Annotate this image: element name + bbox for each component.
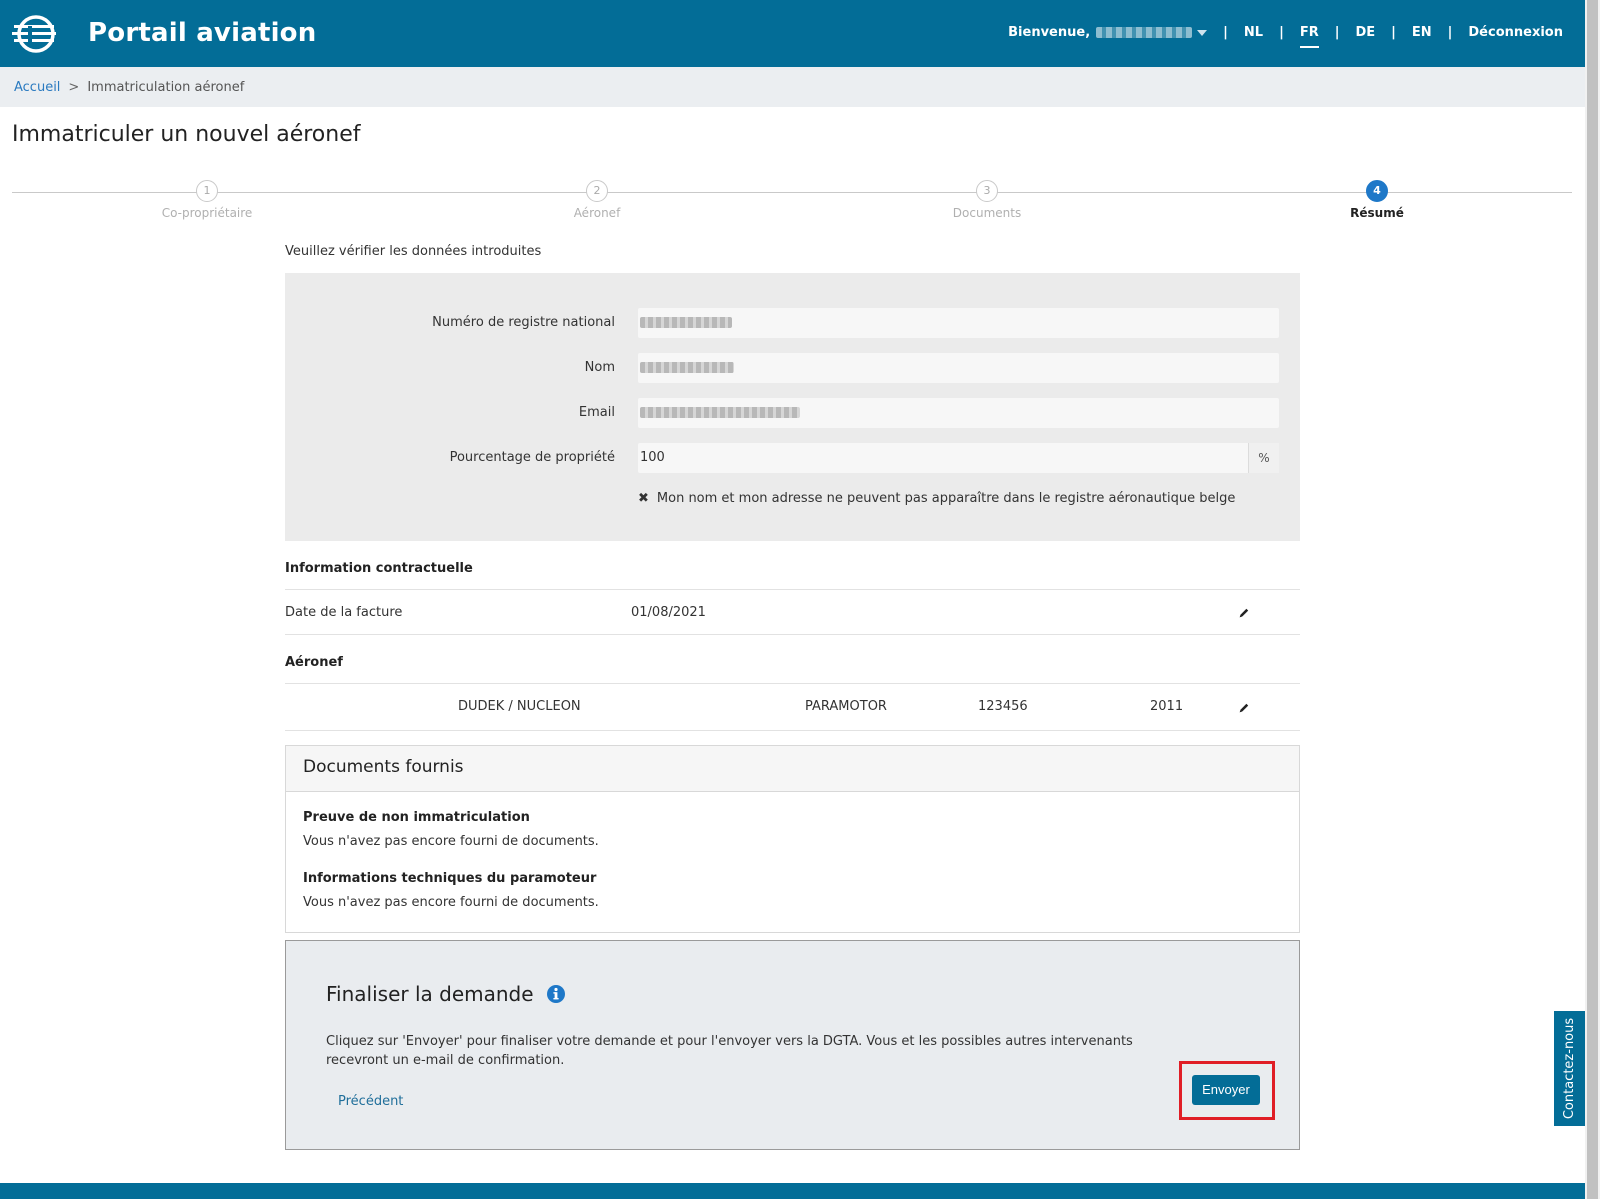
app-title[interactable]: Portail aviation	[88, 18, 316, 48]
document-title: Preuve de non immatriculation	[303, 810, 530, 825]
finalize-panel: Finaliser la demande Cliquez sur 'Envoye…	[285, 940, 1300, 1150]
ownership-field: 100 %	[638, 443, 1279, 473]
user-menu[interactable]: Bienvenue,	[1008, 25, 1208, 40]
send-button[interactable]: Envoyer	[1192, 1075, 1260, 1105]
aircraft-serial: 123456	[978, 699, 1028, 714]
document-status: Vous n'avez pas encore fourni de documen…	[303, 895, 599, 910]
step-summary: 4 Résumé	[1297, 180, 1457, 220]
finalize-title: Finaliser la demande	[326, 982, 534, 1006]
top-navigation: Bienvenue, | NL | FR | DE | EN | Déconne…	[1008, 25, 1563, 48]
invoice-date-label: Date de la facture	[285, 605, 403, 620]
breadcrumb-current: Immatriculation aéronef	[87, 79, 245, 95]
intro-text: Veuillez vérifier les données introduite…	[285, 244, 542, 259]
page-scrollbar[interactable]	[1585, 0, 1600, 1199]
step-documents: 3 Documents	[907, 180, 1067, 220]
email-row: Email	[285, 398, 1300, 428]
step-co-owner: 1 Co-propriétaire	[127, 180, 287, 220]
nav-separator: |	[1223, 25, 1228, 40]
lang-nl[interactable]: NL	[1244, 25, 1263, 40]
email-label: Email	[578, 405, 615, 420]
ownership-value: 100	[640, 450, 665, 465]
scrollbar-thumb[interactable]	[1587, 0, 1598, 1199]
ownership-row: Pourcentage de propriété 100 %	[285, 443, 1300, 473]
email-field	[638, 398, 1279, 428]
step-number: 3	[976, 180, 998, 202]
nav-separator: |	[1334, 25, 1340, 40]
documents-list: Preuve de non immatriculation Vous n'ave…	[286, 792, 1299, 932]
step-label: Résumé	[1350, 206, 1404, 220]
footer-bar	[0, 1183, 1585, 1199]
breadcrumb-home-link[interactable]: Accueil	[14, 80, 60, 95]
finalize-title-row: Finaliser la demande	[326, 982, 566, 1006]
step-number: 2	[586, 180, 608, 202]
lang-fr[interactable]: FR	[1299, 25, 1319, 48]
finalize-text: Cliquez sur 'Envoyer' pour finaliser vot…	[326, 1034, 1133, 1068]
breadcrumb-separator: >	[68, 79, 80, 95]
percent-addon: %	[1248, 443, 1279, 473]
aircraft-row: DUDEK / NUCLEON PARAMOTOR 123456 2011	[285, 683, 1300, 731]
aircraft-section-title: Aéronef	[285, 655, 343, 670]
aircraft-type: PARAMOTOR	[805, 699, 887, 714]
ownership-label: Pourcentage de propriété	[449, 450, 615, 465]
documents-title: Documents fournis	[286, 746, 1299, 792]
name-row: Nom	[285, 353, 1300, 383]
name-field	[638, 353, 1279, 383]
lang-en[interactable]: EN	[1412, 25, 1432, 40]
step-number: 1	[196, 180, 218, 202]
step-label: Aéronef	[573, 206, 621, 220]
aviation-logo[interactable]	[12, 12, 56, 56]
info-icon[interactable]	[546, 984, 566, 1004]
logout-link[interactable]: Déconnexion	[1468, 25, 1563, 40]
name-label: Nom	[584, 360, 615, 375]
aircraft-model: DUDEK / NUCLEON	[458, 699, 581, 714]
invoice-date-row: Date de la facture 01/08/2021	[285, 589, 1300, 635]
redacted-value	[640, 317, 732, 328]
document-title: Informations techniques du paramoteur	[303, 871, 597, 886]
invoice-date-value: 01/08/2021	[631, 605, 706, 620]
privacy-note: ✖ Mon nom et mon adresse ne peuvent pas …	[638, 491, 1235, 506]
summary-content: Veuillez vérifier les données introduite…	[285, 244, 1300, 1150]
previous-button[interactable]: Précédent	[338, 1094, 403, 1109]
redacted-value	[640, 407, 800, 418]
breadcrumb: Accueil > Immatriculation aéronef	[0, 67, 1585, 107]
step-label: Co-propriétaire	[161, 206, 253, 220]
aircraft-year: 2011	[1150, 699, 1184, 714]
redacted-value	[640, 362, 734, 373]
owner-details-panel: Numéro de registre national Nom Email Po…	[285, 273, 1300, 541]
nav-separator: |	[1391, 25, 1396, 40]
edit-pencil-icon[interactable]	[1238, 607, 1250, 619]
cross-icon: ✖	[638, 491, 649, 506]
step-number: 4	[1366, 180, 1388, 202]
nav-separator: |	[1279, 25, 1284, 40]
step-label: Documents	[952, 206, 1022, 220]
contact-us-label: Contactez-nous	[1562, 1017, 1578, 1120]
progress-stepper: 1 Co-propriétaire 2 Aéronef 3 Documents …	[12, 180, 1572, 230]
document-status: Vous n'avez pas encore fourni de documen…	[303, 834, 599, 849]
contact-us-tab[interactable]: Contactez-nous	[1554, 1011, 1585, 1126]
page-title: Immatriculer un nouvel aéronef	[12, 122, 361, 147]
top-header: Portail aviation Bienvenue, | NL | FR | …	[0, 0, 1585, 67]
nav-separator: |	[1447, 25, 1453, 40]
national-register-label: Numéro de registre national	[432, 315, 615, 330]
welcome-label: Bienvenue,	[1008, 25, 1091, 40]
lang-de[interactable]: DE	[1355, 25, 1375, 40]
step-aircraft: 2 Aéronef	[517, 180, 677, 220]
chevron-down-icon[interactable]	[1197, 29, 1208, 36]
national-register-row: Numéro de registre national	[285, 308, 1300, 338]
privacy-note-text: Mon nom et mon adresse ne peuvent pas ap…	[656, 491, 1236, 506]
national-register-field	[638, 308, 1279, 338]
edit-pencil-icon[interactable]	[1238, 702, 1250, 714]
contract-section-title: Information contractuelle	[285, 561, 473, 576]
user-name-redacted	[1096, 27, 1193, 38]
documents-box: Documents fournis Preuve de non immatric…	[285, 745, 1300, 933]
